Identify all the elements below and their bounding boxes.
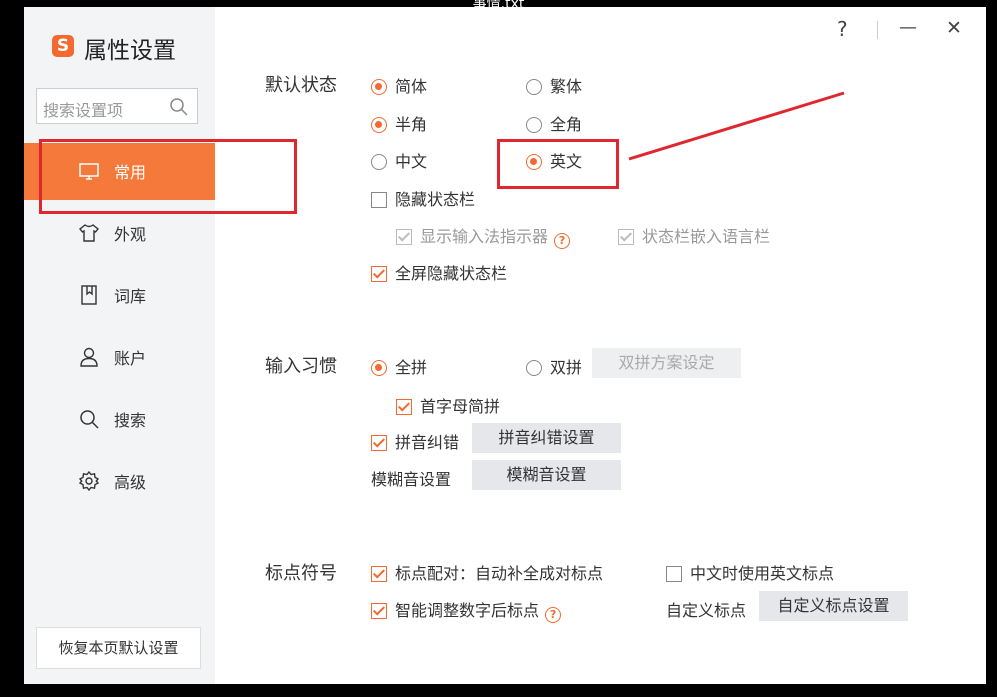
section-punctuation: 标点符号 bbox=[265, 563, 337, 584]
search-input[interactable]: 搜索设置项 bbox=[43, 97, 123, 121]
checkbox-hide-statusbar[interactable]: 隐藏状态栏 bbox=[371, 186, 475, 210]
radio-indicator[interactable] bbox=[526, 360, 542, 376]
radio-halfwidth[interactable]: 半角 bbox=[371, 111, 427, 135]
radio-quanpin[interactable]: 全拼 bbox=[371, 354, 427, 378]
checkbox-indicator[interactable] bbox=[618, 229, 634, 245]
help-icon[interactable]: ? bbox=[545, 607, 562, 623]
sidebar: S 属性设置 搜索设置项 常用 外观 词库 账户 搜索 高级 恢复本页默认设置 bbox=[24, 7, 215, 684]
gear-icon bbox=[78, 470, 100, 492]
radio-indicator[interactable] bbox=[371, 360, 387, 376]
search-icon bbox=[80, 410, 99, 429]
radio-shuangpin[interactable]: 双拼 bbox=[526, 354, 582, 378]
help-button[interactable]: ? bbox=[837, 17, 848, 41]
checkbox-indicator[interactable] bbox=[371, 603, 387, 619]
shuangpin-scheme-button[interactable]: 双拼方案设定 bbox=[592, 348, 741, 378]
annotation-arrow-line bbox=[628, 91, 845, 161]
checkbox-smart-adjust[interactable]: 智能调整数字后标点? bbox=[371, 597, 562, 623]
close-button[interactable]: ✕ bbox=[946, 17, 962, 39]
window-title: 属性设置 bbox=[84, 38, 176, 64]
radio-indicator[interactable] bbox=[371, 117, 387, 133]
sidebar-item-label: 词库 bbox=[114, 287, 147, 306]
control-separator bbox=[877, 21, 878, 39]
search-icon[interactable] bbox=[169, 97, 189, 117]
custom-punct-label: 自定义标点 bbox=[666, 601, 747, 620]
sidebar-item-advanced[interactable]: 高级 bbox=[24, 453, 215, 510]
book-icon bbox=[81, 285, 97, 305]
minimize-button[interactable]: — bbox=[899, 17, 917, 38]
checkbox-embed-langbar[interactable]: 状态栏嵌入语言栏 bbox=[618, 223, 770, 247]
radio-simplified[interactable]: 简体 bbox=[371, 73, 427, 97]
monitor-icon bbox=[79, 163, 99, 180]
radio-indicator[interactable] bbox=[371, 154, 387, 170]
pinyin-correct-settings-button[interactable]: 拼音纠错设置 bbox=[472, 423, 621, 453]
sidebar-item-label: 高级 bbox=[114, 473, 147, 492]
sidebar-item-search[interactable]: 搜索 bbox=[24, 391, 215, 448]
radio-fullwidth[interactable]: 全角 bbox=[526, 111, 582, 135]
checkbox-indicator[interactable] bbox=[396, 399, 412, 415]
checkbox-indicator[interactable] bbox=[666, 566, 682, 582]
checkbox-indicator[interactable] bbox=[371, 566, 387, 582]
sidebar-item-account[interactable]: 账户 bbox=[24, 329, 215, 386]
sidebar-item-dictionary[interactable]: 词库 bbox=[24, 267, 215, 324]
checkbox-pinyin-correct[interactable]: 拼音纠错 bbox=[371, 429, 459, 453]
sogou-logo-icon: S bbox=[52, 35, 74, 57]
fuzzy-sound-settings-button[interactable]: 模糊音设置 bbox=[472, 460, 621, 490]
checkbox-indicator[interactable] bbox=[371, 192, 387, 208]
sidebar-item-appearance[interactable]: 外观 bbox=[24, 205, 215, 262]
sidebar-item-label: 外观 bbox=[114, 225, 147, 244]
checkbox-indicator[interactable] bbox=[396, 229, 412, 245]
radio-english[interactable]: 英文 bbox=[526, 148, 582, 172]
radio-traditional[interactable]: 繁体 bbox=[526, 73, 582, 97]
search-box[interactable]: 搜索设置项 bbox=[36, 88, 198, 124]
checkbox-fullscreen-hide[interactable]: 全屏隐藏状态栏 bbox=[371, 260, 507, 284]
checkbox-punct-pair[interactable]: 标点配对：自动补全成对标点 bbox=[371, 560, 603, 584]
custom-punct-settings-button[interactable]: 自定义标点设置 bbox=[759, 591, 908, 621]
fuzzy-sound-label: 模糊音设置 bbox=[371, 470, 452, 489]
radio-indicator[interactable] bbox=[526, 117, 542, 133]
checkbox-english-punct[interactable]: 中文时使用英文标点 bbox=[666, 560, 834, 584]
sidebar-item-common[interactable]: 常用 bbox=[24, 143, 215, 200]
checkbox-indicator[interactable] bbox=[371, 435, 387, 451]
help-icon[interactable]: ? bbox=[554, 233, 571, 249]
shirt-icon bbox=[79, 224, 99, 242]
user-icon bbox=[80, 347, 98, 367]
checkbox-show-indicator[interactable]: 显示输入法指示器? bbox=[396, 223, 571, 249]
radio-chinese[interactable]: 中文 bbox=[371, 148, 427, 172]
section-default-state: 默认状态 bbox=[265, 75, 337, 96]
restore-defaults-button[interactable]: 恢复本页默认设置 bbox=[36, 627, 201, 669]
checkbox-indicator[interactable] bbox=[371, 266, 387, 282]
checkbox-initial-jianpin[interactable]: 首字母简拼 bbox=[396, 393, 500, 417]
section-input-habit: 输入习惯 bbox=[265, 356, 337, 377]
radio-indicator[interactable] bbox=[371, 79, 387, 95]
settings-window: S 属性设置 搜索设置项 常用 外观 词库 账户 搜索 高级 恢复本页默认设置 … bbox=[24, 7, 986, 684]
sidebar-item-label: 搜索 bbox=[114, 411, 147, 430]
radio-indicator[interactable] bbox=[526, 79, 542, 95]
radio-indicator[interactable] bbox=[526, 154, 542, 170]
sidebar-item-label: 账户 bbox=[114, 349, 147, 368]
sidebar-item-label: 常用 bbox=[114, 163, 147, 182]
